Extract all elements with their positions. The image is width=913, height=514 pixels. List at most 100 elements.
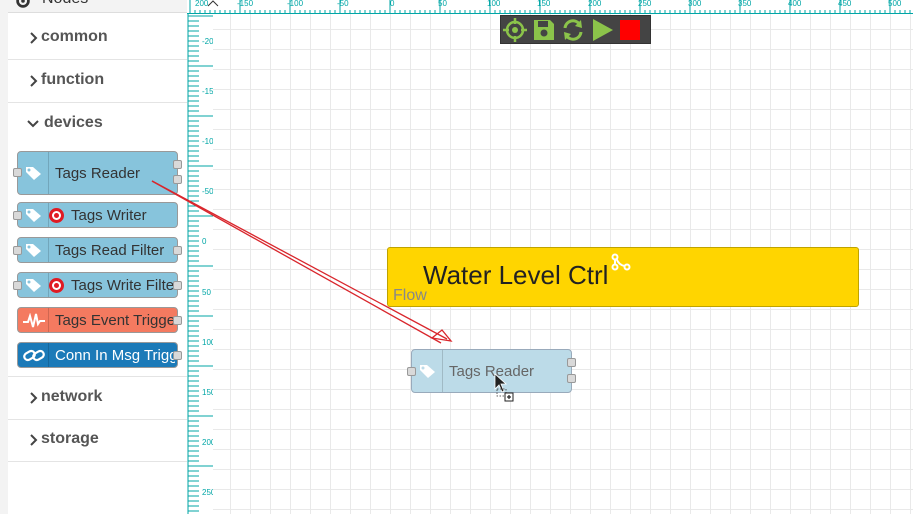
crosshair-icon[interactable] <box>503 18 527 42</box>
ruler-label: 350 <box>738 0 752 8</box>
output-port[interactable] <box>567 358 576 367</box>
category-label: network <box>41 388 103 405</box>
node-icon-box <box>18 343 49 367</box>
ruler-label: 400 <box>788 0 802 8</box>
category-label: common <box>41 28 108 45</box>
palette-node-tags-event-trigger[interactable]: Tags Event Trigger <box>17 307 178 333</box>
save-icon[interactable] <box>532 18 556 42</box>
ruler-label: 100 <box>202 338 213 347</box>
node-label: Tags Writer <box>71 207 147 224</box>
ruler-label: 150 <box>537 0 551 8</box>
tags-icon <box>26 244 41 257</box>
ruler-label: -100 <box>202 137 213 146</box>
node-icon-box <box>18 152 49 194</box>
chevron-right-icon <box>30 434 38 446</box>
gear-icon[interactable] <box>14 0 32 10</box>
ruler-label: 150 <box>202 388 213 397</box>
canvas-node-tags-reader[interactable]: Tags Reader <box>411 349 572 393</box>
chevron-right-icon <box>30 392 38 404</box>
palette-sidebar: Nodes common function devices Tags Reade… <box>0 0 187 514</box>
category-devices[interactable]: devices <box>8 103 187 145</box>
node-label: Tags Reader <box>55 165 141 182</box>
tags-icon <box>26 209 41 222</box>
ruler-label: 250 <box>202 488 213 497</box>
input-port[interactable] <box>407 367 416 376</box>
palette-node-tags-read-filter[interactable]: Tags Read Filter <box>17 237 178 263</box>
ruler-label: 450 <box>838 0 852 8</box>
category-label: devices <box>44 114 103 131</box>
ruler-label: 300 <box>688 0 702 8</box>
output-port[interactable] <box>173 175 182 184</box>
category-function[interactable]: function <box>8 60 187 103</box>
target-badge-icon <box>49 208 64 223</box>
category-network[interactable]: network <box>8 376 187 420</box>
link-icon <box>23 349 45 362</box>
flow-group[interactable]: Water Level Ctrl Flow <box>387 247 859 307</box>
stop-icon[interactable] <box>618 18 642 42</box>
chevron-right-icon <box>30 32 38 44</box>
palette-node-tags-writer[interactable]: Tags Writer <box>17 202 178 228</box>
node-icon-box <box>18 203 49 227</box>
palette-node-tags-write-filter[interactable]: Tags Write Filter <box>17 272 178 298</box>
input-port[interactable] <box>13 211 22 220</box>
ruler-label: 100 <box>487 0 501 8</box>
input-port[interactable] <box>13 281 22 290</box>
refresh-icon[interactable] <box>561 18 585 42</box>
node-icon-box <box>18 308 49 332</box>
group-subtitle: Flow <box>393 287 427 304</box>
node-label: Tags Write Filter <box>71 277 175 294</box>
node-icon-box <box>18 273 49 297</box>
ruler-label: 0 <box>390 0 395 8</box>
palette-header[interactable]: Nodes <box>8 0 187 13</box>
category-label: function <box>41 71 105 88</box>
flow-toolbar <box>500 15 651 44</box>
node-label: Tags Event Trigger <box>55 312 175 329</box>
horizontal-ruler: 200 -150 -100 -50 0 50 100 150 200 250 3… <box>187 0 913 14</box>
sidebar-edge <box>0 0 8 514</box>
node-icon-box <box>412 350 443 392</box>
vertical-ruler: -200 -150 -100 -50 0 50 100 150 200 250 <box>187 14 213 514</box>
output-port[interactable] <box>173 351 182 360</box>
input-port[interactable] <box>13 246 22 255</box>
palette-title: Nodes <box>42 0 88 10</box>
input-port[interactable] <box>13 168 22 177</box>
ruler-label: -150 <box>202 87 213 96</box>
ruler-label: -150 <box>237 0 254 8</box>
branch-icon[interactable] <box>611 253 631 271</box>
chevron-down-icon <box>27 120 39 128</box>
category-common[interactable]: common <box>8 17 187 60</box>
output-port[interactable] <box>173 281 182 290</box>
ruler-label: 200 <box>588 0 602 8</box>
ruler-label: -200 <box>202 37 213 46</box>
category-storage[interactable]: storage <box>8 419 187 462</box>
ruler-label: -100 <box>287 0 304 8</box>
ruler-label: 500 <box>888 0 902 8</box>
node-label: Tags Read Filter <box>55 242 165 259</box>
pulse-icon <box>23 313 45 328</box>
chevron-right-icon <box>30 75 38 87</box>
ruler-label: 50 <box>202 288 211 297</box>
output-port[interactable] <box>567 374 576 383</box>
play-icon[interactable] <box>590 18 614 42</box>
node-icon-box <box>18 238 49 262</box>
ruler-caret-icon <box>207 0 219 7</box>
palette-node-conn-in-msg-trigger[interactable]: Conn In Msg Trigger <box>17 342 178 368</box>
ruler-label: 250 <box>638 0 652 8</box>
tags-icon <box>26 167 41 180</box>
output-port[interactable] <box>173 316 182 325</box>
palette-node-tags-reader[interactable]: Tags Reader <box>17 151 178 195</box>
category-label: storage <box>41 430 99 447</box>
ruler-label: 200 <box>202 438 213 447</box>
ruler-label: -50 <box>202 187 213 196</box>
ruler-label: 0 <box>202 237 207 246</box>
tags-icon <box>26 279 41 292</box>
ruler-label: 50 <box>438 0 447 8</box>
tags-icon <box>420 365 435 378</box>
node-label: Tags Reader <box>449 363 535 380</box>
output-port[interactable] <box>173 246 182 255</box>
target-badge-icon <box>49 278 64 293</box>
group-title: Water Level Ctrl <box>423 260 609 290</box>
output-port[interactable] <box>173 160 182 169</box>
node-label: Conn In Msg Trigger <box>55 347 175 364</box>
ruler-label: 200 <box>195 0 209 8</box>
